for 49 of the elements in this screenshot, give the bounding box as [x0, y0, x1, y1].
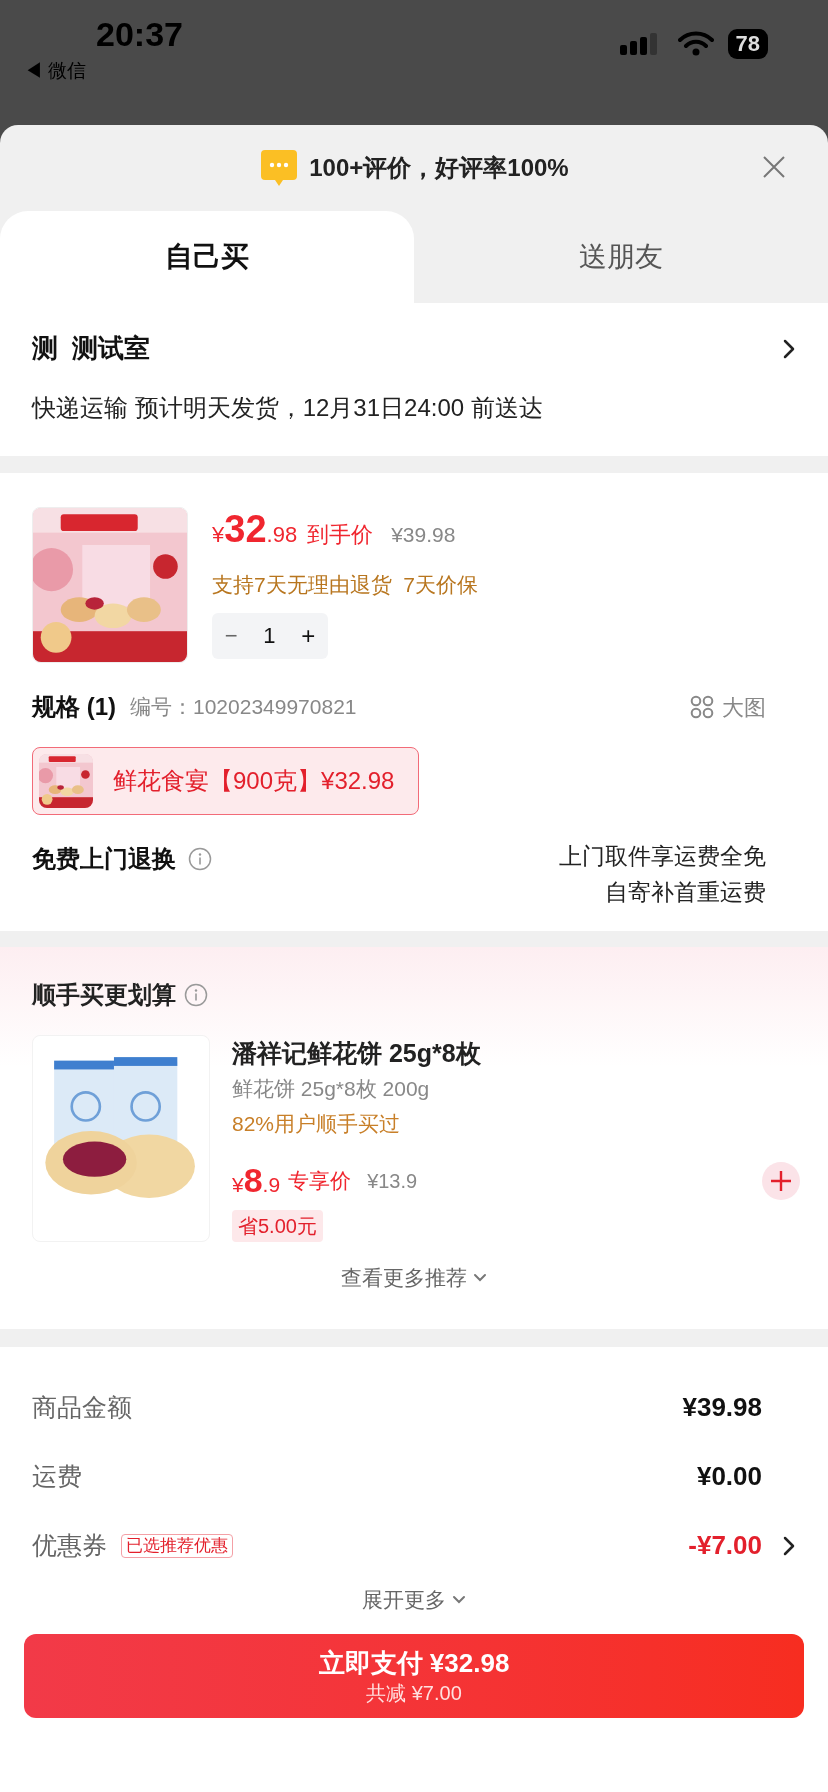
review-summary: 100+评价，好评率100%	[309, 153, 569, 183]
price-label: 到手价	[307, 521, 374, 549]
wifi-icon	[677, 31, 714, 57]
spec-option[interactable]: 鲜花食宴【900克】¥32.98	[32, 747, 420, 815]
increase-button[interactable]: +	[301, 617, 316, 654]
plus-icon	[770, 1169, 792, 1192]
chevron-right-icon	[782, 337, 796, 360]
product-number: 编号：10202349970821	[130, 694, 357, 721]
saving-tag: 省5.00元	[232, 1210, 323, 1242]
return-service-label: 免费上门退换	[32, 844, 176, 874]
original-price: ¥39.98	[391, 522, 456, 548]
section-title: 顺手买更划算	[32, 980, 176, 1010]
chat-bubble-icon	[259, 148, 300, 188]
guarantee-text: 支持7天无理由退货 7天价保	[212, 572, 479, 598]
add-button[interactable]	[762, 1161, 800, 1200]
info-icon	[188, 847, 212, 871]
expand-more-link[interactable]: 展开更多	[362, 1584, 466, 1616]
delivery-estimate: 快递运输 预计明天发货，12月31日24:00 前送达	[32, 393, 544, 423]
return-note: 上门取件享运费全免	[559, 842, 766, 871]
addon-price-label: 专享价	[288, 1167, 352, 1194]
summary-value: ¥39.98	[682, 1391, 762, 1424]
status-time: 20:37	[95, 14, 183, 54]
quantity-value: 1	[263, 622, 276, 650]
summary-label: 商品金额	[32, 1391, 132, 1423]
chevron-down-icon	[452, 1594, 466, 1605]
return-note: 自寄补首重运费	[605, 878, 766, 907]
large-image-link[interactable]: 大图	[722, 690, 766, 724]
pay-button[interactable]: 立即支付 ¥32.98 共减 ¥7.00	[24, 1633, 804, 1718]
addon-product-name: 潘祥记鲜花饼 25g*8枚	[232, 1038, 482, 1069]
recommended-tag: 已选推荐优惠	[121, 1533, 233, 1558]
chevron-right-icon	[782, 1534, 796, 1557]
see-more-link[interactable]: 查看更多推荐	[341, 1262, 487, 1294]
addon-variant: 鲜花饼 25g*8枚 200g	[232, 1076, 431, 1102]
decrease-button[interactable]: −	[224, 619, 238, 652]
chevron-down-icon	[473, 1272, 487, 1283]
summary-label: 优惠券	[32, 1529, 107, 1561]
sale-price: ¥32.98	[212, 509, 298, 552]
summary-label: 运费	[32, 1460, 82, 1492]
battery-indicator: 78	[727, 29, 768, 59]
summary-value: -¥7.00	[688, 1529, 762, 1562]
addon-price: ¥8.9	[232, 1160, 281, 1201]
info-icon	[184, 983, 208, 1007]
summary-value: ¥0.00	[696, 1460, 762, 1493]
tab[interactable]: 自己买	[0, 211, 414, 303]
grid-icon	[690, 695, 714, 719]
addon-original-price: ¥13.9	[367, 1168, 418, 1194]
addon-social-proof: 82%用户顺手买过	[232, 1111, 402, 1137]
spec-label: 规格 (1)	[32, 692, 116, 722]
recipient-name: 测 测试室	[32, 332, 151, 365]
